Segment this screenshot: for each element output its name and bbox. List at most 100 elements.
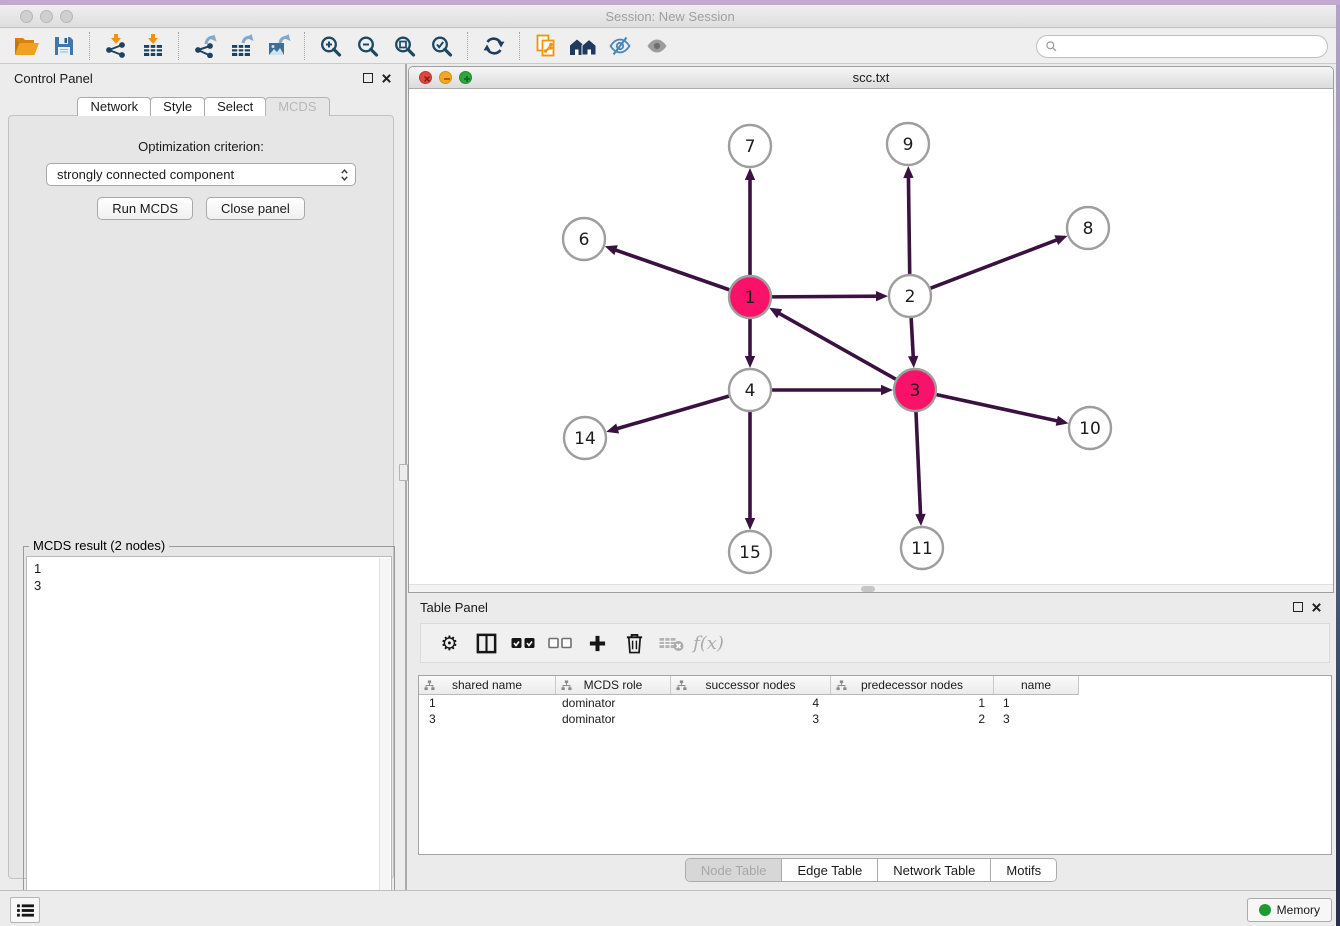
delete-column-button[interactable] <box>616 627 653 659</box>
graph-edge-1-6[interactable] <box>612 249 729 290</box>
apply-layout-icon[interactable] <box>475 31 512 61</box>
add-column-button[interactable] <box>579 627 616 659</box>
window-titlebar: Session: New Session <box>0 5 1340 28</box>
graph-edge-3-10[interactable] <box>936 395 1060 422</box>
tab-network[interactable]: Network <box>77 97 151 116</box>
network-horizontal-scrollbar[interactable] <box>409 584 1333 592</box>
float-table-panel-icon[interactable] <box>1293 602 1303 612</box>
result-scrollbar[interactable] <box>379 558 390 918</box>
tab-motifs[interactable]: Motifs <box>991 859 1056 881</box>
float-panel-icon[interactable] <box>363 73 373 83</box>
column-header-successor-nodes[interactable]: successor nodes <box>671 676 831 695</box>
tab-mcds[interactable]: MCDS <box>265 97 329 116</box>
unselect-all-button[interactable] <box>542 627 579 659</box>
zoom-fit-icon[interactable] <box>386 31 423 61</box>
task-history-button[interactable] <box>10 897 40 923</box>
table-cell: 1 <box>994 695 1079 711</box>
edge-arrowhead <box>745 518 755 530</box>
column-header-mcds-role[interactable]: MCDS role <box>556 676 671 695</box>
main-toolbar <box>0 29 1340 64</box>
export-network-icon[interactable] <box>186 31 223 61</box>
table-cell: 2 <box>831 711 994 727</box>
toolbar-separator <box>89 32 90 60</box>
show-all-icon[interactable] <box>638 31 675 61</box>
first-neighbors-icon[interactable] <box>564 31 601 61</box>
open-session-icon[interactable] <box>8 31 45 61</box>
zoom-selected-icon[interactable] <box>423 31 460 61</box>
import-network-icon[interactable] <box>97 31 134 61</box>
network-canvas[interactable]: 1234678910111415 <box>409 89 1333 584</box>
memory-button[interactable]: Memory <box>1247 898 1332 922</box>
splitter-grip[interactable] <box>399 464 408 481</box>
graph-edge-4-14[interactable] <box>614 396 729 429</box>
application-window: Session: New Session <box>0 0 1340 926</box>
control-panel: Control Panel Network Style Select MCDS … <box>0 64 406 890</box>
toolbar-separator <box>467 32 468 60</box>
table-panel-title: Table Panel <box>420 600 488 615</box>
attribute-icon <box>836 680 847 691</box>
save-session-icon[interactable] <box>45 31 82 61</box>
tab-network-table[interactable]: Network Table <box>878 859 991 881</box>
column-label: MCDS role <box>584 678 643 692</box>
table-cell: 3 <box>671 711 831 727</box>
delete-table-button[interactable] <box>653 627 690 659</box>
graph-edge-1-2[interactable] <box>772 296 880 297</box>
select-all-button[interactable] <box>505 627 542 659</box>
tab-select[interactable]: Select <box>204 97 266 116</box>
column-label: predecessor nodes <box>861 678 963 692</box>
edge-arrowhead <box>1056 416 1069 426</box>
close-panel-button[interactable]: Close panel <box>206 197 305 220</box>
fx-icon: f(x) <box>693 633 724 654</box>
function-builder-button[interactable]: f(x) <box>690 627 727 659</box>
scrollbar-thumb[interactable] <box>861 586 875 592</box>
edge-arrowhead <box>745 168 755 180</box>
optimization-criterion-label: Optimization criterion: <box>9 139 393 154</box>
columns-icon <box>475 632 498 655</box>
table-row[interactable]: 1dominator411 <box>419 695 1331 711</box>
column-header-name[interactable]: name <box>994 676 1079 695</box>
mcds-result-textarea[interactable]: 1 3 <box>26 556 392 920</box>
graph-node-label: 9 <box>903 135 914 155</box>
import-table-icon[interactable] <box>134 31 171 61</box>
list-icon <box>16 903 35 918</box>
column-header-predecessor-nodes[interactable]: predecessor nodes <box>831 676 994 695</box>
table-row[interactable]: 3dominator323 <box>419 711 1331 727</box>
tab-node-table[interactable]: Node Table <box>686 859 783 881</box>
control-panel-title: Control Panel <box>14 71 93 86</box>
search-field[interactable] <box>1036 35 1328 58</box>
graph-edge-2-3[interactable] <box>911 318 913 360</box>
graph-edge-2-9[interactable] <box>908 174 909 274</box>
graph-node-label: 10 <box>1079 419 1101 439</box>
tab-edge-table[interactable]: Edge Table <box>782 859 878 881</box>
graph-edge-3-11[interactable] <box>916 412 921 518</box>
search-input[interactable] <box>1063 39 1319 53</box>
export-image-icon[interactable] <box>260 31 297 61</box>
criterion-select[interactable]: strongly connected component <box>46 163 356 186</box>
graph-edge-2-8[interactable] <box>931 239 1060 288</box>
edge-arrowhead <box>881 385 893 395</box>
table-cell: dominator <box>556 695 671 711</box>
table-settings-button[interactable]: ⚙ <box>431 627 468 659</box>
show-columns-button[interactable] <box>468 627 505 659</box>
close-table-panel-icon[interactable] <box>1311 602 1322 613</box>
table-panel: Table Panel ⚙ <box>408 595 1334 890</box>
table-toolbar: ⚙ f(x) <box>420 623 1330 663</box>
table-cell: 3 <box>994 711 1079 727</box>
export-table-icon[interactable] <box>223 31 260 61</box>
tab-style[interactable]: Style <box>150 97 205 116</box>
checked-boxes-icon <box>510 635 537 651</box>
graph-edge-3-1[interactable] <box>776 312 896 379</box>
zoom-in-icon[interactable] <box>312 31 349 61</box>
graph-node-label: 11 <box>911 539 933 559</box>
clone-network-icon[interactable] <box>527 31 564 61</box>
hide-selected-icon[interactable] <box>601 31 638 61</box>
column-header-shared-name[interactable]: shared name <box>419 676 556 695</box>
plus-icon <box>588 634 607 653</box>
network-window-titlebar[interactable]: scc.txt <box>409 67 1333 89</box>
table-cell: 1 <box>831 695 994 711</box>
run-mcds-button[interactable]: Run MCDS <box>97 197 193 220</box>
window-title: Session: New Session <box>0 9 1340 24</box>
graph-node-label: 4 <box>745 381 756 401</box>
zoom-out-icon[interactable] <box>349 31 386 61</box>
close-panel-icon[interactable] <box>381 73 392 84</box>
